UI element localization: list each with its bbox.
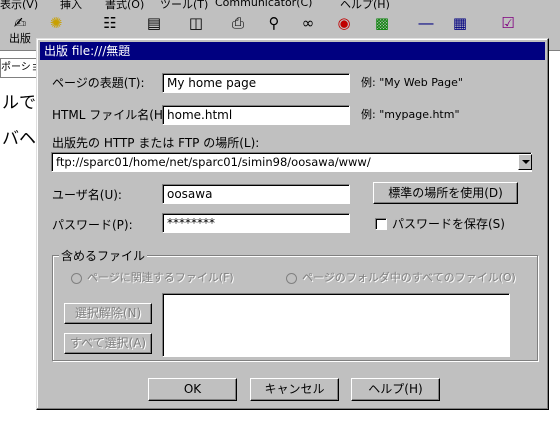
spellcheck-icon: ☑ [501, 14, 515, 32]
app-menubar: 表示(V) 挿入 書式(O) ツール(T) Communicator(C) ヘル… [0, 0, 560, 12]
username-input[interactable]: oosawa [162, 184, 350, 204]
radio-page-files-label[interactable]: ページに関連するファイル(F) [87, 270, 234, 286]
print-icon: ⎙ [231, 14, 244, 32]
menu-view[interactable]: 表示(V) [0, 0, 38, 12]
location-combobox[interactable]: ftp://sparc01/home/net/sparc01/simin98/o… [51, 152, 532, 172]
filename-label: HTML ファイル名(H): [52, 108, 172, 122]
deselect-button[interactable]: 選択解除(N) [64, 303, 152, 324]
filename-input[interactable]: home.html [162, 105, 350, 125]
location-label: 出版先の HTTP または FTP の場所(L): [52, 136, 260, 150]
menu-communicator[interactable]: Communicator(C) [215, 0, 312, 9]
save-password-label[interactable]: パスワードを保存(S) [392, 216, 505, 232]
hline-icon: ― [418, 14, 434, 32]
include-files-group-label: 含めるファイル [59, 248, 148, 264]
paste-icon: ◫ [188, 14, 204, 32]
select-all-button[interactable]: すべて選択(A) [64, 333, 152, 354]
open-icon: ☷ [103, 14, 117, 32]
save-password-checkbox[interactable] [375, 218, 387, 230]
ok-button[interactable]: OK [148, 378, 237, 401]
help-button[interactable]: ヘルプ(H) [351, 378, 440, 401]
document-text-line-1: ルで [2, 93, 36, 113]
files-listbox[interactable] [162, 293, 510, 357]
find-icon: ⚲ [268, 14, 280, 32]
document-text-line-2: バヘ [2, 129, 36, 149]
toolbar-publish-button[interactable]: ✍ 出版 [2, 14, 38, 48]
username-label: ユーザ名(U): [52, 188, 122, 202]
publish-icon: ✍ [13, 14, 27, 32]
cancel-button[interactable]: キャンセル [250, 378, 339, 401]
dialog-titlebar[interactable]: 出版 file:///無題 [40, 42, 545, 60]
menu-insert[interactable]: 挿入 [60, 0, 82, 12]
link-icon: ∞ [301, 14, 315, 32]
password-input[interactable]: ******** [162, 213, 350, 233]
filename-example: 例: "mypage.htm" [361, 108, 460, 121]
menu-tools[interactable]: ツール(T) [160, 0, 208, 12]
menu-help[interactable]: ヘルプ(H) [340, 0, 390, 12]
publish-dialog: 出版 file:///無題 ページの表題(T): My home page 例:… [36, 38, 549, 410]
table-icon: ▦ [452, 14, 468, 32]
radio-folder-files[interactable] [286, 273, 297, 284]
page-title-input[interactable]: My home page [162, 73, 350, 93]
page-title-example: 例: "My Web Page" [361, 76, 463, 89]
new-icon: ✺ [49, 14, 63, 32]
radio-page-files[interactable] [71, 273, 82, 284]
image-icon: ▩ [374, 14, 390, 32]
location-dropdown-button[interactable] [518, 154, 532, 170]
save-icon: ▤ [146, 14, 162, 32]
password-label: パスワード(P): [52, 218, 133, 232]
menu-format[interactable]: 書式(O) [105, 0, 144, 12]
target-icon: ◉ [337, 14, 351, 32]
use-default-location-button[interactable]: 標準の場所を使用(D) [373, 182, 518, 204]
radio-folder-files-label[interactable]: ページのフォルダ中のすべてのファイル(O) [302, 270, 516, 286]
page-title-label: ページの表題(T): [52, 76, 145, 90]
